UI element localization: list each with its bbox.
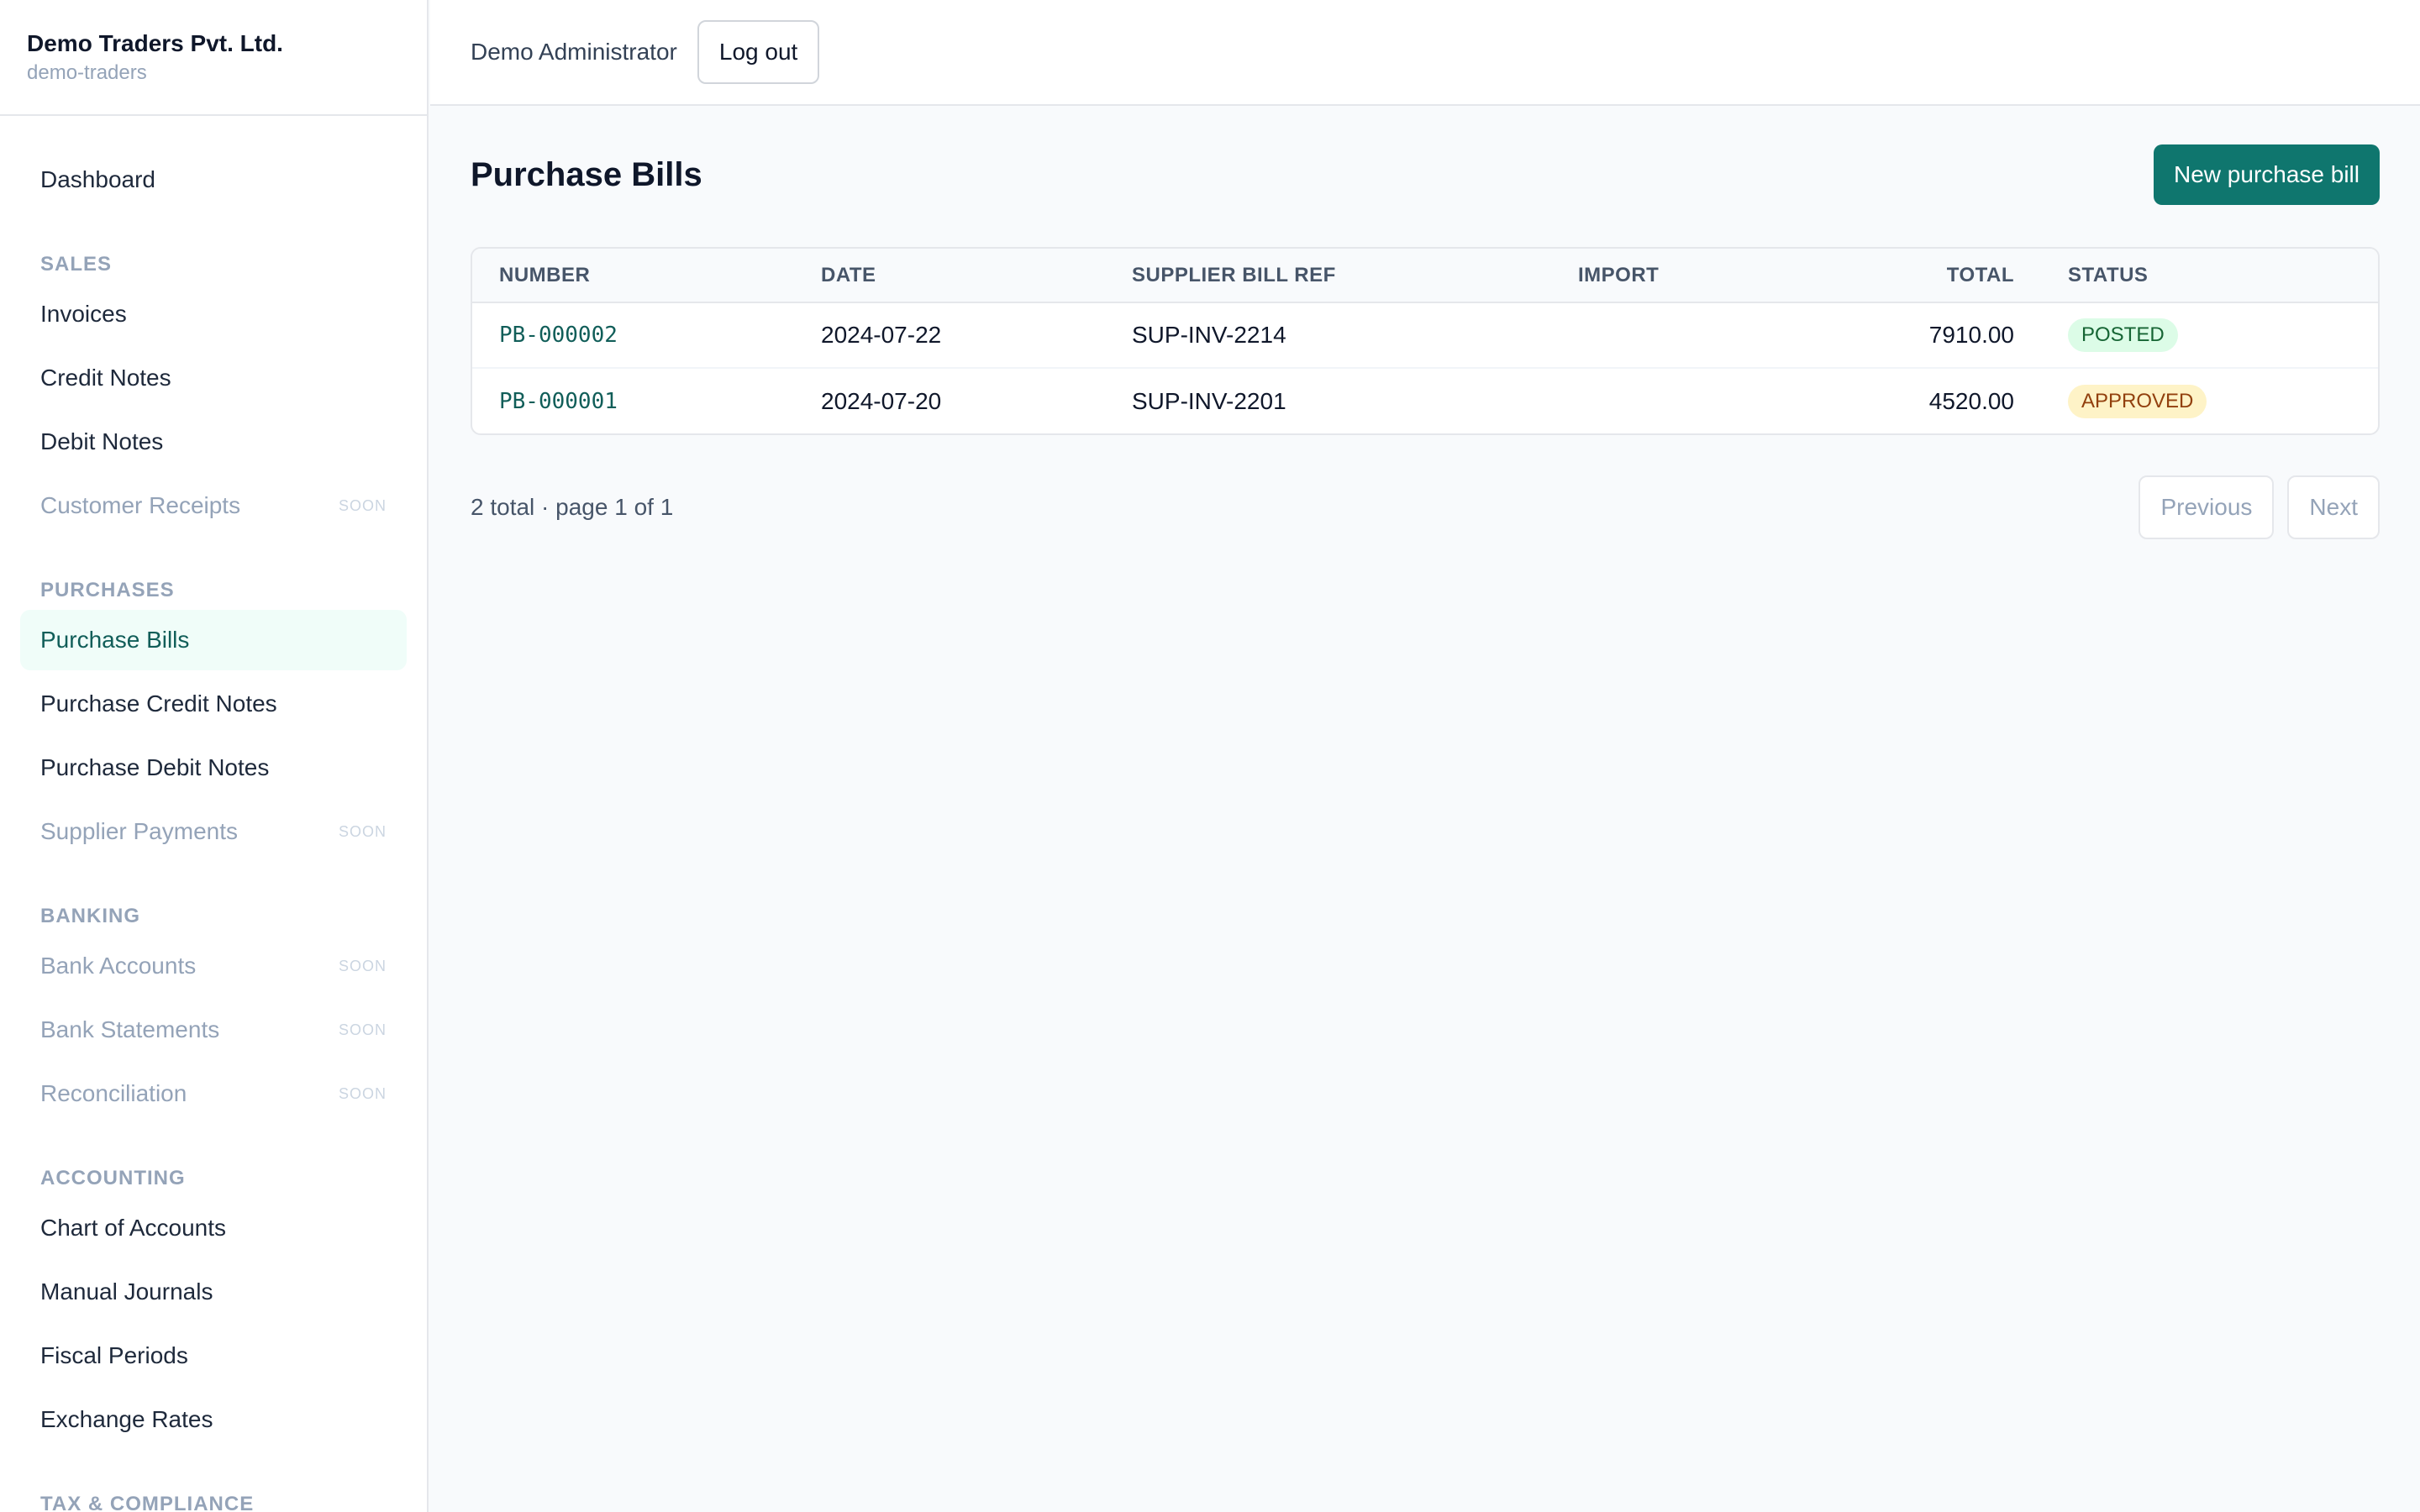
previous-page-button[interactable]: Previous	[2139, 475, 2275, 539]
table-row[interactable]: PB-000001 2024-07-20 SUP-INV-2201 4520.0…	[472, 367, 2378, 433]
soon-badge: SOON	[338, 496, 387, 514]
status-cell: APPROVED	[2041, 367, 2378, 433]
sidebar-item-debit-notes[interactable]: Debit Notes	[20, 412, 407, 472]
sidebar-item-label: Credit Notes	[40, 365, 171, 391]
org-slug: demo-traders	[27, 61, 147, 84]
next-page-button[interactable]: Next	[2287, 475, 2380, 539]
column-header-date[interactable]: DATE	[794, 249, 1105, 303]
sidebar-item-bank-accounts: Bank Accounts SOON	[20, 936, 407, 996]
sidebar-item-label: Chart of Accounts	[40, 1215, 227, 1241]
column-header-status[interactable]: STATUS	[2041, 249, 2378, 303]
sidebar-item-manual-journals[interactable]: Manual Journals	[20, 1262, 407, 1322]
sidebar-item-invoices[interactable]: Invoices	[20, 284, 407, 344]
sidebar-item-label: Exchange Rates	[40, 1406, 213, 1432]
org-header: Demo Traders Pvt. Ltd. demo-traders	[0, 0, 427, 116]
bill-total: 4520.00	[1837, 367, 2041, 433]
page-title: Purchase Bills	[471, 155, 702, 193]
sidebar-item-chart-of-accounts[interactable]: Chart of Accounts	[20, 1198, 407, 1258]
status-badge: POSTED	[2068, 318, 2178, 352]
sidebar-item-label: Purchase Bills	[40, 627, 190, 653]
main-content: Purchase Bills New purchase bill NUMBER …	[471, 106, 2380, 539]
sidebar-item-label: Purchase Credit Notes	[40, 690, 277, 717]
sidebar-nav: Dashboard SALES Invoices Credit Notes De…	[0, 116, 427, 1512]
supplier-bill-ref: SUP-INV-2214	[1132, 322, 1286, 348]
new-purchase-bill-button[interactable]: New purchase bill	[2154, 144, 2380, 205]
org-name: Demo Traders Pvt. Ltd.	[27, 30, 283, 56]
column-header-number[interactable]: NUMBER	[472, 249, 794, 303]
sidebar-item-label: Reconciliation	[40, 1080, 187, 1106]
pagination-info: 2 total · page 1 of 1	[471, 494, 674, 520]
pagination-buttons: Previous Next	[2139, 475, 2380, 539]
sidebar-item-bank-statements: Bank Statements SOON	[20, 1000, 407, 1060]
soon-badge: SOON	[338, 822, 387, 840]
sidebar-item-label: Bank Accounts	[40, 953, 197, 979]
sidebar-item-label: Manual Journals	[40, 1278, 213, 1305]
bill-date: 2024-07-22	[821, 322, 942, 348]
sidebar-item-label: Supplier Payments	[40, 818, 239, 844]
import-cell	[1551, 302, 1837, 368]
sidebar-item-label: Purchase Debit Notes	[40, 754, 270, 780]
column-header-total[interactable]: TOTAL	[1837, 249, 2041, 303]
section-label-sales: SALES	[40, 253, 113, 276]
soon-badge: SOON	[338, 1021, 387, 1038]
logout-button[interactable]: Log out	[697, 20, 820, 84]
pagination: 2 total · page 1 of 1 Previous Next	[471, 475, 2380, 539]
section-label-tax: TAX & COMPLIANCE	[40, 1493, 255, 1512]
column-header-supplier-bill-ref[interactable]: SUPPLIER BILL REF	[1105, 249, 1551, 303]
bill-total: 7910.00	[1928, 322, 2014, 348]
sidebar-item-label: Fiscal Periods	[40, 1342, 188, 1368]
sidebar-item-dashboard[interactable]: Dashboard	[20, 150, 407, 210]
page-header: Purchase Bills New purchase bill	[471, 106, 2380, 244]
status-cell: POSTED	[2041, 302, 2378, 368]
soon-badge: SOON	[338, 957, 387, 974]
soon-badge: SOON	[338, 1084, 387, 1102]
sidebar-item-purchase-debit-notes[interactable]: Purchase Debit Notes	[20, 738, 407, 798]
sidebar-item-credit-notes[interactable]: Credit Notes	[20, 348, 407, 408]
section-label-banking: BANKING	[40, 905, 140, 927]
sidebar-item-purchase-credit-notes[interactable]: Purchase Credit Notes	[20, 674, 407, 734]
sidebar-item-label: Customer Receipts	[40, 492, 241, 518]
sidebar-item-customer-receipts: Customer Receipts SOON	[20, 475, 407, 536]
sidebar-item-purchase-bills[interactable]: Purchase Bills	[20, 610, 407, 670]
table-row[interactable]: PB-000002 2024-07-22 SUP-INV-2214 7910.0…	[472, 302, 2378, 368]
bill-number-link[interactable]: PB-000001	[472, 367, 794, 433]
current-user: Demo Administrator	[471, 39, 677, 65]
table-header-row: NUMBER DATE SUPPLIER BILL REF IMPORT TOT…	[472, 249, 2378, 303]
sidebar-item-fiscal-periods[interactable]: Fiscal Periods	[20, 1326, 407, 1386]
status-badge: APPROVED	[2068, 384, 2207, 418]
import-cell	[1551, 367, 1837, 433]
supplier-bill-ref: SUP-INV-2201	[1105, 367, 1551, 433]
column-header-import[interactable]: IMPORT	[1551, 249, 1837, 303]
sidebar-item-exchange-rates[interactable]: Exchange Rates	[20, 1389, 407, 1450]
sidebar-item-label: Dashboard	[40, 166, 155, 192]
sidebar: Demo Traders Pvt. Ltd. demo-traders Dash…	[0, 0, 429, 1512]
sidebar-item-supplier-payments: Supplier Payments SOON	[20, 801, 407, 862]
section-label-purchases: PURCHASES	[40, 579, 175, 601]
purchase-bills-table: NUMBER DATE SUPPLIER BILL REF IMPORT TOT…	[471, 247, 2380, 435]
sidebar-item-label: Invoices	[40, 301, 127, 327]
sidebar-item-label: Debit Notes	[40, 428, 164, 454]
section-label-accounting: ACCOUNTING	[40, 1167, 186, 1189]
sidebar-item-label: Bank Statements	[40, 1016, 220, 1042]
top-bar: Demo Administrator Log out	[430, 0, 2420, 106]
bill-number-link[interactable]: PB-000002	[472, 302, 794, 368]
bill-date: 2024-07-20	[794, 367, 1105, 433]
sidebar-item-reconciliation: Reconciliation SOON	[20, 1063, 407, 1124]
